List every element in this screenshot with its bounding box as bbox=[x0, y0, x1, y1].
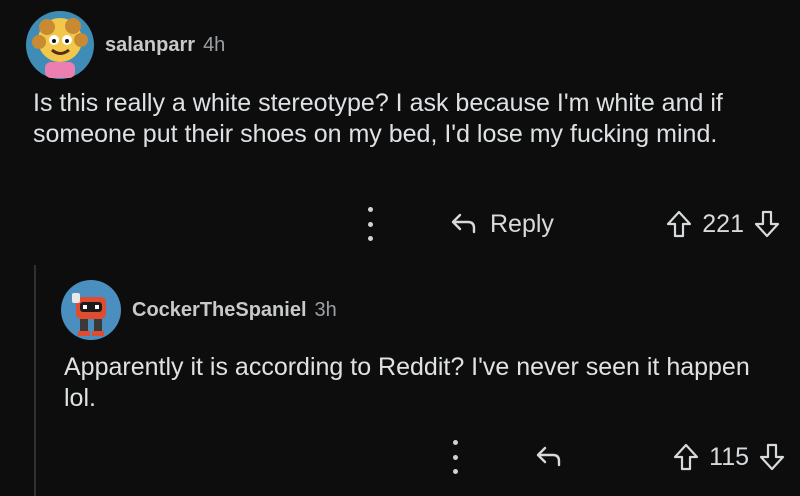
comment-body: Is this really a white stereotype? I ask… bbox=[33, 89, 723, 148]
comment-actions: Reply 221 bbox=[360, 200, 780, 248]
comment-actions: 115 bbox=[445, 433, 785, 481]
timestamp: 4h bbox=[203, 33, 226, 56]
avatar-salanparr-icon bbox=[26, 11, 94, 79]
comment-header: CockerTheSpaniel 3h bbox=[60, 275, 337, 345]
downvote-icon[interactable] bbox=[754, 210, 780, 238]
comment-thread: salanparr 4h Is this really a white ster… bbox=[0, 0, 800, 496]
reply-button[interactable]: Reply bbox=[450, 210, 554, 239]
vote-score: 115 bbox=[709, 442, 749, 471]
avatar[interactable] bbox=[25, 10, 95, 80]
comment-body: Apparently it is according to Reddit? I'… bbox=[64, 353, 750, 412]
reply-label: Reply bbox=[490, 209, 554, 238]
reply-icon bbox=[535, 445, 563, 469]
vote-score: 221 bbox=[702, 209, 744, 238]
vote-controls: 115 bbox=[673, 443, 785, 472]
avatar[interactable] bbox=[60, 279, 122, 341]
reply-icon bbox=[450, 212, 478, 236]
upvote-icon[interactable] bbox=[666, 210, 692, 238]
avatar-cockerthespaniel-icon bbox=[61, 280, 121, 340]
more-options-icon[interactable] bbox=[360, 207, 380, 241]
more-options-icon[interactable] bbox=[445, 440, 465, 474]
username[interactable]: salanparr bbox=[105, 34, 195, 57]
reply-button[interactable] bbox=[535, 445, 563, 469]
username[interactable]: CockerTheSpaniel bbox=[132, 299, 307, 322]
upvote-icon[interactable] bbox=[673, 443, 699, 471]
timestamp: 3h bbox=[314, 298, 337, 321]
comment-salanparr: salanparr 4h Is this really a white ster… bbox=[0, 0, 800, 260]
comment-header: salanparr 4h bbox=[25, 10, 225, 80]
comment-cockerthespaniel: CockerTheSpaniel 3h Apparently it is acc… bbox=[0, 260, 800, 496]
vote-controls: 221 bbox=[666, 210, 780, 239]
downvote-icon[interactable] bbox=[759, 443, 785, 471]
author-meta: CockerTheSpaniel 3h bbox=[132, 299, 337, 322]
author-meta: salanparr 4h bbox=[105, 34, 225, 57]
